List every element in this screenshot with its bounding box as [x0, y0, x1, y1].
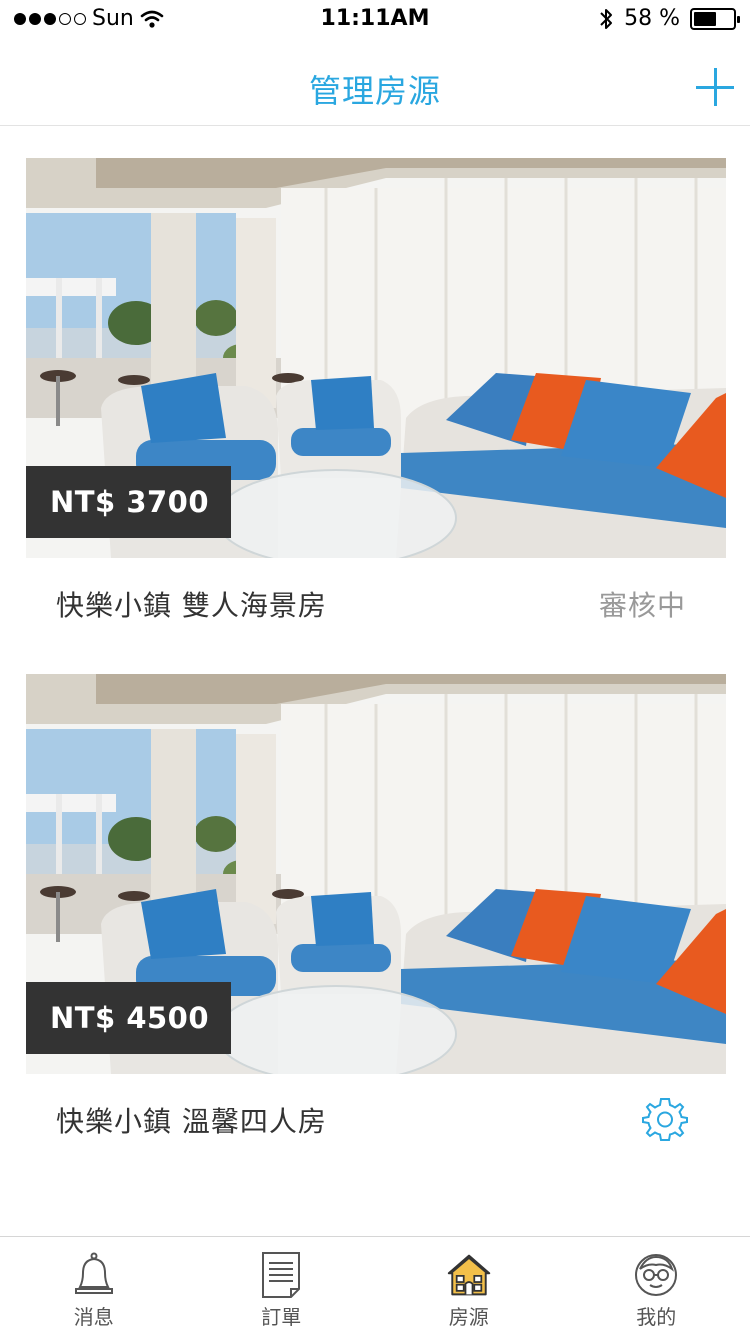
listing-photo[interactable]: NT$ 3700 — [26, 158, 726, 558]
tab-label: 消息 — [73, 1305, 114, 1329]
status-bar: Sun 11:11AM 58 % — [0, 0, 750, 40]
listing-card[interactable]: NT$ 4500 快樂小鎮 溫馨四人房 — [26, 674, 726, 1162]
battery-fill — [694, 11, 717, 26]
tab-label: 訂單 — [261, 1305, 302, 1329]
battery-icon — [690, 7, 740, 30]
gear-icon[interactable] — [642, 1096, 688, 1142]
listing-name: 快樂小鎮 雙人海景房 — [56, 589, 327, 622]
bluetooth-icon — [600, 8, 613, 29]
battery-percentage: 58 % — [624, 6, 680, 31]
bell-icon — [74, 1252, 113, 1294]
tab-label: 我的 — [636, 1305, 677, 1329]
listing-status: 審核中 — [598, 589, 686, 622]
tab-orders[interactable]: 訂單 — [188, 1237, 376, 1334]
page-title: 管理房源 — [308, 72, 441, 110]
tab-label: 房源 — [448, 1305, 489, 1329]
listing-info-row: 快樂小鎮 溫馨四人房 — [26, 1074, 726, 1162]
listing-name: 快樂小鎮 溫馨四人房 — [56, 1105, 327, 1138]
add-listing-button[interactable] — [696, 68, 734, 106]
tab-bar: 消息 訂單 房源 我的 — [0, 1236, 750, 1334]
house-icon — [447, 1254, 490, 1296]
listing-info-row: 快樂小鎮 雙人海景房 審核中 — [26, 558, 726, 646]
listing-photo[interactable]: NT$ 4500 — [26, 674, 726, 1074]
tab-profile[interactable]: 我的 — [563, 1237, 750, 1334]
listing-card[interactable]: NT$ 3700 快樂小鎮 雙人海景房 審核中 — [26, 158, 726, 646]
tab-listings[interactable]: 房源 — [375, 1237, 563, 1334]
nav-bar: 管理房源 — [0, 40, 750, 126]
document-icon — [262, 1252, 301, 1298]
price-tag: NT$ 3700 — [26, 466, 232, 538]
status-right: 58 % — [598, 6, 740, 31]
price-tag: NT$ 4500 — [26, 982, 232, 1054]
profile-icon — [635, 1254, 678, 1296]
tab-messages[interactable]: 消息 — [0, 1237, 188, 1334]
